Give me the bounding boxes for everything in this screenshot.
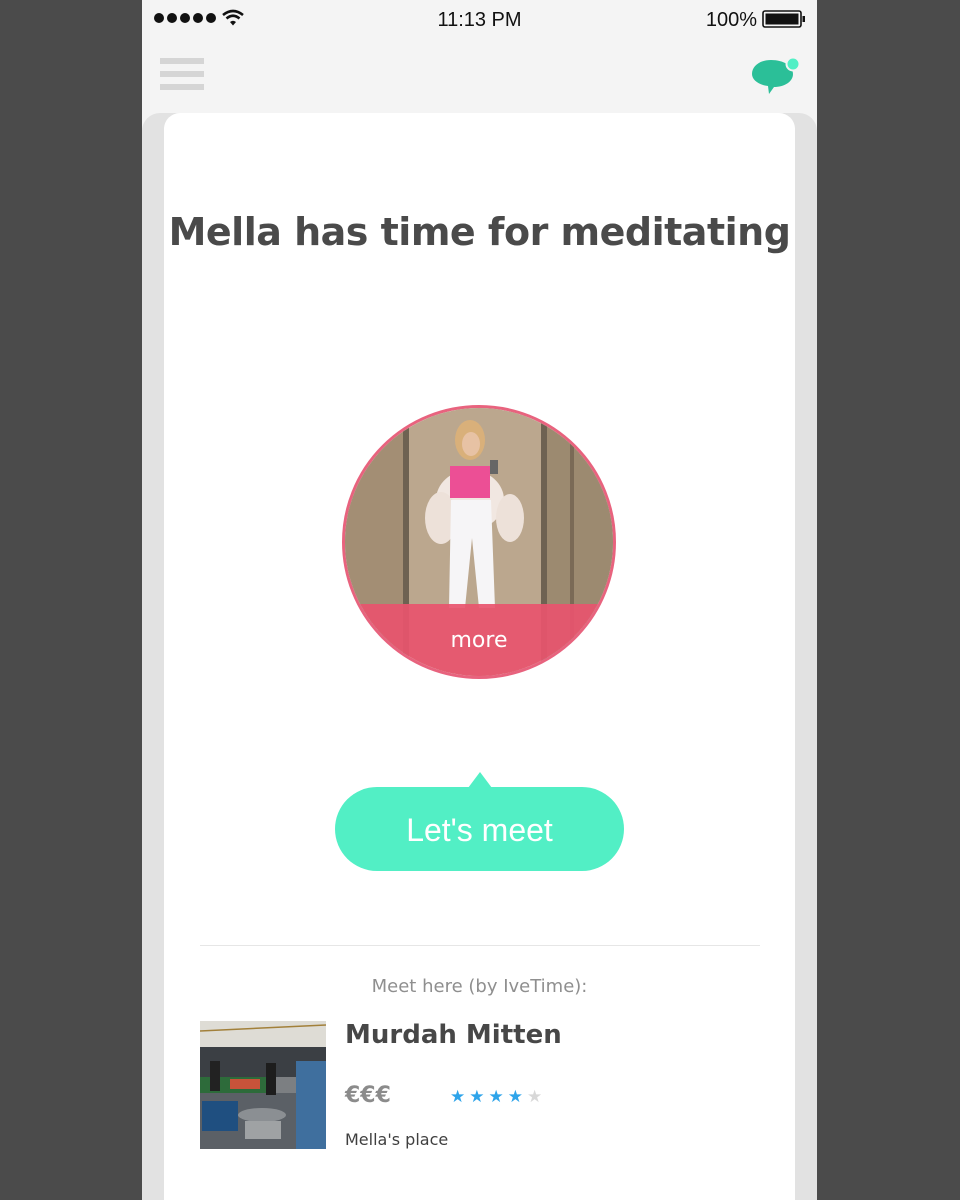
cta-pointer bbox=[468, 772, 492, 788]
star-icon: ★ bbox=[469, 1087, 485, 1107]
phone-screen: 11:13 PM 100% Mella has time for meditat… bbox=[142, 0, 817, 1200]
profile-card: Mella has time for meditating more Let's… bbox=[164, 113, 795, 1200]
venue-photo[interactable] bbox=[200, 1021, 326, 1149]
battery-icon bbox=[762, 10, 805, 28]
divider bbox=[200, 945, 760, 946]
card-title: Mella has time for meditating bbox=[168, 210, 791, 254]
star-icon: ★ bbox=[450, 1087, 466, 1107]
more-overlay[interactable]: more bbox=[345, 604, 613, 676]
venue-name[interactable]: Murdah Mitten bbox=[345, 1020, 562, 1050]
star-icon: ★ bbox=[507, 1087, 523, 1107]
star-icon: ★ bbox=[488, 1087, 504, 1107]
meet-here-heading: Meet here (by IveTime): bbox=[371, 976, 588, 997]
venue-rating: ★ ★ ★ ★ ★ bbox=[450, 1087, 542, 1107]
chat-bubble-icon[interactable] bbox=[749, 56, 801, 96]
venue-host-label: Mella's place bbox=[345, 1130, 449, 1149]
profile-avatar[interactable]: more bbox=[342, 405, 616, 679]
status-bar: 11:13 PM 100% bbox=[142, 0, 817, 42]
battery-percent: 100% bbox=[705, 9, 757, 31]
more-label: more bbox=[450, 628, 508, 653]
lets-meet-button[interactable]: Let's meet bbox=[335, 787, 624, 871]
star-empty-icon: ★ bbox=[527, 1087, 543, 1107]
hamburger-menu-icon[interactable] bbox=[160, 58, 204, 92]
venue-price: €€€ bbox=[345, 1083, 391, 1108]
